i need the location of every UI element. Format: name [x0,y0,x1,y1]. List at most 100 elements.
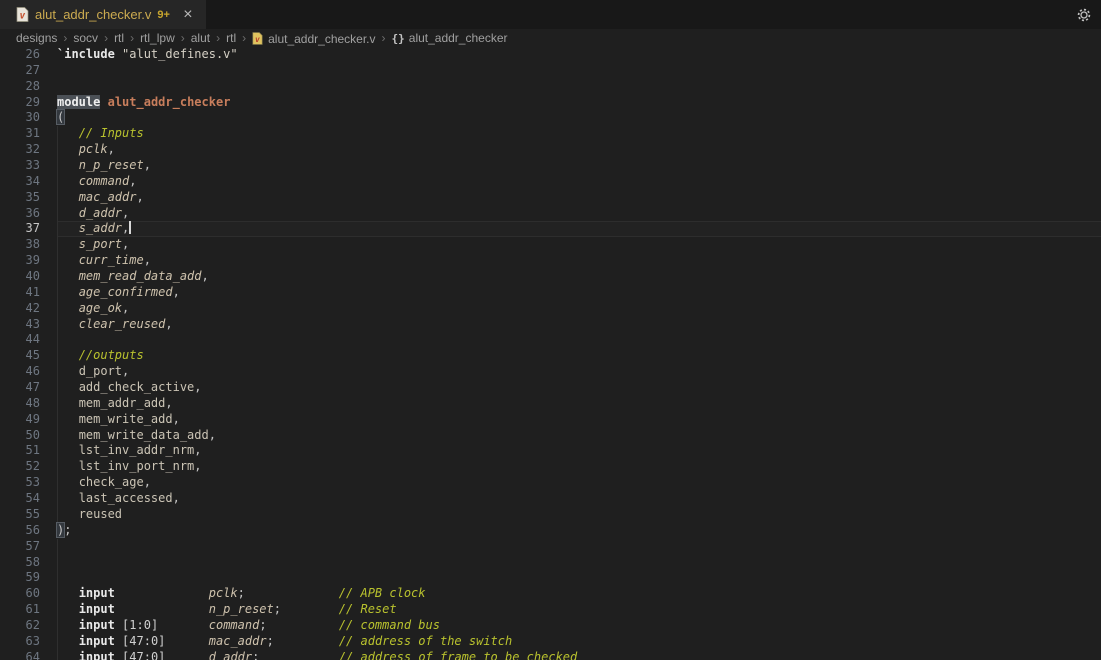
line-number[interactable]: 56 [0,523,40,539]
breadcrumb-chevron-icon: › [242,31,246,45]
line-number[interactable]: 44 [0,332,40,348]
code-line[interactable]: 53 check_age, [0,475,1101,491]
breadcrumb-symbol[interactable]: alut_addr_checker [409,31,508,45]
code-line[interactable]: 32 pclk, [0,142,1101,158]
line-number[interactable]: 53 [0,475,40,491]
code-line[interactable]: 38 s_port, [0,237,1101,253]
code-line[interactable]: 33 n_p_reset, [0,158,1101,174]
code-line[interactable]: 43 clear_reused, [0,317,1101,333]
token-pi: clear_reused [79,317,166,331]
line-number[interactable]: 58 [0,555,40,571]
code-line[interactable]: 62 input [1:0] command; // command bus [0,618,1101,634]
code-line[interactable]: 52 lst_inv_port_nrm, [0,459,1101,475]
code-line[interactable]: 27 [0,63,1101,79]
breadcrumb-chevron-icon: › [382,31,386,45]
code-line[interactable]: 49 mem_write_add, [0,412,1101,428]
code-line[interactable]: 64 input [47:0] d_addr; // address of fr… [0,650,1101,660]
code-line[interactable]: 45 //outputs [0,348,1101,364]
line-number[interactable]: 26 [0,47,40,63]
code-line[interactable]: 40 mem_read_data_add, [0,269,1101,285]
line-number[interactable]: 38 [0,237,40,253]
line-number[interactable]: 29 [0,95,40,111]
code-line[interactable]: 26`include "alut_defines.v" [0,47,1101,63]
line-number[interactable]: 62 [0,618,40,634]
code-line[interactable]: 36 d_addr, [0,206,1101,222]
line-number[interactable]: 27 [0,63,40,79]
code-line[interactable]: 39 curr_time, [0,253,1101,269]
code-line[interactable]: 56); [0,523,1101,539]
code-line[interactable]: 48 mem_addr_add, [0,396,1101,412]
code-line[interactable]: 51 lst_inv_addr_nrm, [0,443,1101,459]
token-pn: ; [267,634,274,648]
code-line[interactable]: 34 command, [0,174,1101,190]
line-number[interactable]: 28 [0,79,40,95]
code-line[interactable]: 60 input pclk; // APB clock [0,586,1101,602]
line-number[interactable]: 54 [0,491,40,507]
token-pn: , [129,174,136,188]
line-number[interactable]: 41 [0,285,40,301]
code-line[interactable]: 31 // Inputs [0,126,1101,142]
line-number[interactable]: 50 [0,428,40,444]
line-number[interactable]: 49 [0,412,40,428]
code-line-text: reused [57,507,1101,523]
line-number[interactable]: 51 [0,443,40,459]
token-pn: , [165,317,172,331]
line-number[interactable]: 31 [0,126,40,142]
breadcrumb-item-rtl[interactable]: rtl [226,31,236,45]
code-line[interactable]: 47 add_check_active, [0,380,1101,396]
code-line[interactable]: 29module alut_addr_checker [0,95,1101,111]
code-line[interactable]: 37 s_addr, [0,221,1101,237]
breadcrumb-item-designs[interactable]: designs [16,31,57,45]
line-number[interactable]: 61 [0,602,40,618]
code-line[interactable]: 35 mac_addr, [0,190,1101,206]
code-line[interactable]: 50 mem_write_data_add, [0,428,1101,444]
code-line[interactable]: 61 input n_p_reset; // Reset [0,602,1101,618]
tab-close-icon[interactable]: × [180,7,196,23]
line-number[interactable]: 57 [0,539,40,555]
breadcrumb-item-alut[interactable]: alut [191,31,210,45]
code-line[interactable]: 54 last_accessed, [0,491,1101,507]
line-number[interactable]: 64 [0,650,40,660]
line-number[interactable]: 32 [0,142,40,158]
line-number[interactable]: 52 [0,459,40,475]
line-number[interactable]: 36 [0,206,40,222]
breadcrumb-item-rtl[interactable]: rtl [114,31,124,45]
line-number[interactable]: 48 [0,396,40,412]
line-number[interactable]: 59 [0,570,40,586]
code-line[interactable]: 42 age_ok, [0,301,1101,317]
token-pn [57,602,79,616]
line-number[interactable]: 35 [0,190,40,206]
line-number[interactable]: 34 [0,174,40,190]
token-pu: last_accessed [79,491,173,505]
code-editor[interactable]: 26`include "alut_defines.v"272829module … [0,47,1101,660]
line-number[interactable]: 60 [0,586,40,602]
code-line[interactable]: 55 reused [0,507,1101,523]
code-line[interactable]: 57 [0,539,1101,555]
line-number[interactable]: 55 [0,507,40,523]
breadcrumb-item-rtl_lpw[interactable]: rtl_lpw [140,31,175,45]
line-number[interactable]: 42 [0,301,40,317]
code-line[interactable]: 58 [0,555,1101,571]
line-number[interactable]: 47 [0,380,40,396]
settings-gear-icon[interactable] [1075,6,1092,23]
line-number[interactable]: 40 [0,269,40,285]
code-line[interactable]: 63 input [47:0] mac_addr; // address of … [0,634,1101,650]
code-line[interactable]: 41 age_confirmed, [0,285,1101,301]
code-line-text: mem_read_data_add, [57,269,1101,285]
line-number[interactable]: 33 [0,158,40,174]
line-number[interactable]: 63 [0,634,40,650]
tab-alut-addr-checker[interactable]: v alut_addr_checker.v 9+ × [0,0,206,29]
line-number[interactable]: 37 [0,221,40,237]
line-number[interactable]: 45 [0,348,40,364]
line-number[interactable]: 30 [0,110,40,126]
code-line[interactable]: 28 [0,79,1101,95]
code-line[interactable]: 30( [0,110,1101,126]
line-number[interactable]: 39 [0,253,40,269]
line-number[interactable]: 43 [0,317,40,333]
code-line[interactable]: 44 [0,332,1101,348]
breadcrumb-file[interactable]: v alut_addr_checker.v [252,30,375,46]
code-line[interactable]: 59 [0,570,1101,586]
line-number[interactable]: 46 [0,364,40,380]
code-line[interactable]: 46 d_port, [0,364,1101,380]
breadcrumb-item-socv[interactable]: socv [73,31,98,45]
